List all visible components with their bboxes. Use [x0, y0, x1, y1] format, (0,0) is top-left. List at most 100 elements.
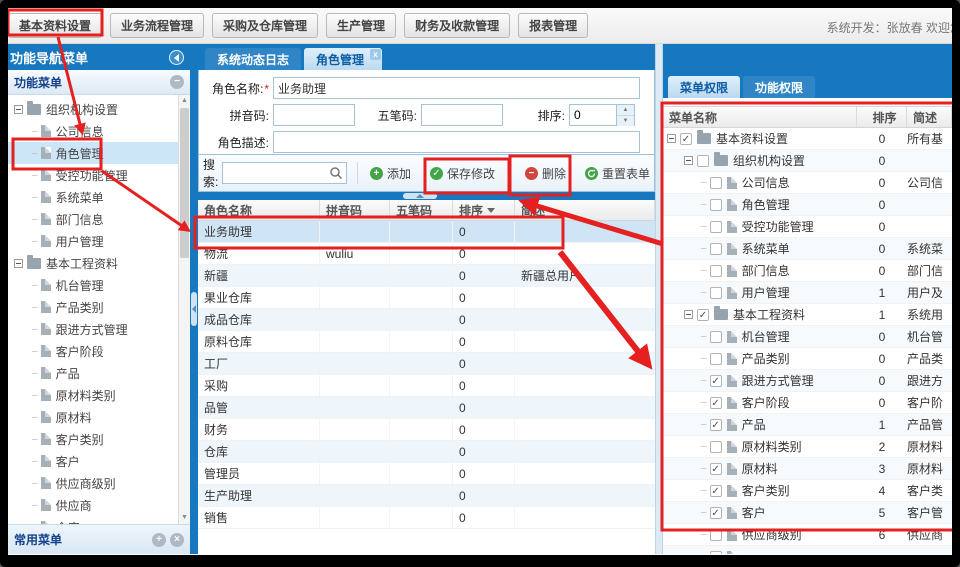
tree-toggle-icon[interactable]	[684, 156, 693, 165]
role-row-4[interactable]: 成品仓库0	[198, 309, 655, 331]
permission-checkbox[interactable]: ✓	[710, 463, 722, 475]
sidebar-tree-item-2[interactable]: –角色管理	[8, 142, 190, 164]
tab-system-log[interactable]: 系统动态日志	[205, 48, 301, 70]
permission-checkbox[interactable]	[710, 287, 722, 299]
sidebar-tree-item-3[interactable]: –受控功能管理	[8, 164, 190, 186]
role-col-header-0[interactable]: 角色名称	[198, 200, 320, 220]
spinner-up-icon[interactable]: ▲	[617, 105, 634, 116]
tree-toggle-icon[interactable]	[14, 105, 23, 114]
perm-col-header-2[interactable]: 简述	[907, 107, 952, 127]
scroll-down-icon[interactable]: ▼	[179, 512, 190, 524]
role-row-2[interactable]: 新疆0新疆总用户	[198, 265, 655, 287]
top-menu-item-4[interactable]: 财务及收款管理	[404, 13, 510, 38]
perm-row-4[interactable]: –受控功能管理0	[663, 216, 952, 238]
permission-checkbox[interactable]	[710, 265, 722, 277]
perm-row-1[interactable]: 组织机构设置0	[663, 150, 952, 172]
permission-checkbox[interactable]: ✓	[710, 375, 722, 387]
top-menu-item-5[interactable]: 报表管理	[518, 13, 588, 38]
permission-checkbox[interactable]: ✓	[710, 397, 722, 409]
sidebar-tree-item-19[interactable]: –仓库	[8, 516, 190, 524]
left-splitter[interactable]	[190, 44, 198, 554]
role-row-0[interactable]: 业务助理0	[198, 221, 655, 243]
tree-toggle-icon[interactable]	[667, 134, 676, 143]
perm-row-5[interactable]: –系统菜单0系统菜	[663, 238, 952, 260]
scroll-up-icon[interactable]: ▲	[179, 95, 190, 107]
role-col-header-3[interactable]: 排序	[453, 200, 515, 220]
horizontal-splitter[interactable]	[198, 192, 655, 200]
perm-col-header-0[interactable]: 菜单名称	[663, 107, 857, 127]
sidebar-tree-item-11[interactable]: –客户阶段	[8, 340, 190, 362]
permission-checkbox[interactable]	[710, 551, 722, 555]
permission-checkbox[interactable]: ✓	[680, 133, 692, 145]
sidebar-tree-item-0[interactable]: 组织机构设置	[8, 98, 190, 120]
permission-checkbox[interactable]: ✓	[710, 507, 722, 519]
perm-row-19[interactable]: –	[663, 546, 952, 554]
sidebar-tree-item-8[interactable]: –机台管理	[8, 274, 190, 296]
wubi-input[interactable]	[421, 104, 503, 126]
tab-function-permissions[interactable]: 功能权限	[743, 76, 815, 98]
sidebar-tree-item-1[interactable]: –公司信息	[8, 120, 190, 142]
permission-checkbox[interactable]	[710, 441, 722, 453]
top-menu-item-2[interactable]: 采购及仓库管理	[212, 13, 318, 38]
role-col-header-1[interactable]: 拼音码	[320, 200, 390, 220]
permission-checkbox[interactable]: ✓	[710, 485, 722, 497]
perm-row-17[interactable]: –✓客户5客户管	[663, 502, 952, 524]
permission-checkbox[interactable]	[710, 243, 722, 255]
perm-row-10[interactable]: –产品类别0产品类	[663, 348, 952, 370]
role-row-13[interactable]: 销售0	[198, 507, 655, 529]
sidebar-tree-item-14[interactable]: –原材料	[8, 406, 190, 428]
sidebar-tree-item-16[interactable]: –客户	[8, 450, 190, 472]
add-button[interactable]: + 添加	[366, 161, 415, 185]
tab-role-mgmt[interactable]: 角色管理x	[304, 48, 382, 70]
sidebar-tree-item-5[interactable]: –部门信息	[8, 208, 190, 230]
perm-row-13[interactable]: –✓产品1产品管	[663, 414, 952, 436]
sidebar-tree-item-7[interactable]: 基本工程资料	[8, 252, 190, 274]
favorites-add-icon[interactable]: +	[152, 533, 166, 547]
perm-row-18[interactable]: –供应商级别6供应商	[663, 524, 952, 546]
sidebar-tree-item-6[interactable]: –用户管理	[8, 230, 190, 252]
tab-menu-permissions[interactable]: 菜单权限	[668, 76, 740, 98]
role-name-input[interactable]	[273, 77, 640, 99]
search-icon[interactable]	[329, 166, 343, 180]
perm-row-14[interactable]: –原材料类别2原材料	[663, 436, 952, 458]
sidebar-tree-item-17[interactable]: –供应商级别	[8, 472, 190, 494]
perm-row-16[interactable]: –✓客户类别4客户类	[663, 480, 952, 502]
role-row-3[interactable]: 果业仓库0	[198, 287, 655, 309]
permission-checkbox[interactable]	[710, 199, 722, 211]
tree-toggle-icon[interactable]	[14, 259, 23, 268]
role-row-9[interactable]: 财务0	[198, 419, 655, 441]
reset-button[interactable]: 重置表单	[581, 161, 654, 185]
sidebar-tree-item-10[interactable]: –跟进方式管理	[8, 318, 190, 340]
role-row-11[interactable]: 管理员0	[198, 463, 655, 485]
role-col-header-2[interactable]: 五笔码	[390, 200, 453, 220]
role-row-12[interactable]: 生产助理0	[198, 485, 655, 507]
left-splitter-collapse-icon[interactable]	[191, 292, 197, 326]
favorites-close-icon[interactable]: ×	[170, 533, 184, 547]
top-menu-item-1[interactable]: 业务流程管理	[110, 13, 204, 38]
perm-row-15[interactable]: –✓原材料3原材料	[663, 458, 952, 480]
permission-checkbox[interactable]	[710, 177, 722, 189]
perm-row-6[interactable]: –部门信息0部门信	[663, 260, 952, 282]
permission-checkbox[interactable]	[710, 331, 722, 343]
horizontal-splitter-collapse-icon[interactable]	[403, 193, 437, 199]
permission-checkbox[interactable]	[710, 529, 722, 541]
role-row-10[interactable]: 仓库0	[198, 441, 655, 463]
sidebar-collapse-icon[interactable]	[169, 50, 184, 65]
spinner-down-icon[interactable]: ▼	[617, 116, 634, 126]
sidebar-tree-item-13[interactable]: –原材料类别	[8, 384, 190, 406]
perm-col-header-1[interactable]: 排序	[857, 107, 907, 127]
perm-row-9[interactable]: –机台管理0机台管	[663, 326, 952, 348]
perm-row-8[interactable]: ✓基本工程资料1系统用	[663, 304, 952, 326]
pinyin-input[interactable]	[273, 104, 355, 126]
sidebar-tree-item-18[interactable]: –供应商	[8, 494, 190, 516]
sort-input[interactable]	[570, 105, 616, 125]
permission-checkbox[interactable]: ✓	[697, 309, 709, 321]
top-menu-item-3[interactable]: 生产管理	[326, 13, 396, 38]
tree-toggle-icon[interactable]	[684, 310, 693, 319]
permission-checkbox[interactable]	[710, 221, 722, 233]
perm-row-12[interactable]: –✓客户阶段0客户阶	[663, 392, 952, 414]
top-menu-item-0[interactable]: 基本资料设置	[8, 13, 102, 38]
delete-button[interactable]: − 删除	[521, 161, 570, 185]
role-row-1[interactable]: 物流wuliu0	[198, 243, 655, 265]
role-row-7[interactable]: 采购0	[198, 375, 655, 397]
